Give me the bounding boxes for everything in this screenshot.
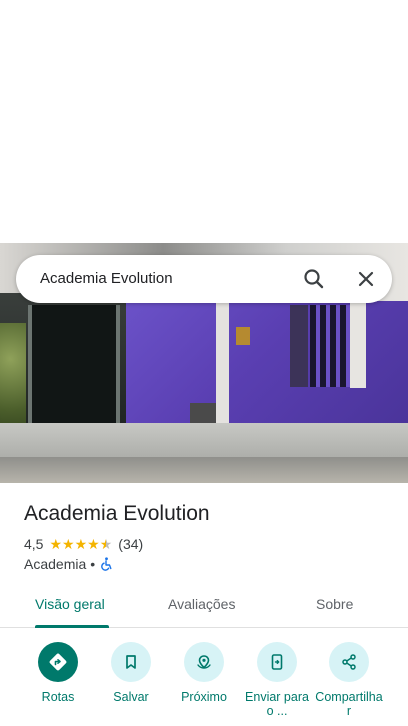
place-category: Academia	[24, 556, 87, 572]
star-icon: ★	[49, 536, 63, 552]
star-icon: ★	[74, 536, 88, 552]
map-blank-area	[0, 0, 408, 243]
tab-bar: Visão geral Avaliações Sobre	[0, 588, 408, 628]
search-bar[interactable]: Academia Evolution	[16, 255, 392, 303]
close-icon	[358, 271, 374, 287]
star-icon: ★	[62, 536, 75, 552]
clear-search-button[interactable]	[352, 265, 380, 293]
tab-reviews[interactable]: Avaliações	[168, 596, 235, 612]
category-row: Academia •	[24, 556, 113, 572]
search-button[interactable]	[300, 265, 328, 293]
action-buttons: Rotas Salvar Próximo Enviar para o ... C…	[0, 640, 408, 726]
directions-label: Rotas	[41, 690, 75, 704]
share-button[interactable]: Compartilhar	[313, 640, 385, 718]
rating-stars: ★ ★ ★ ★ ★	[49, 537, 112, 551]
send-to-phone-label: Enviar para o ...	[245, 690, 309, 718]
wheelchair-icon	[101, 557, 112, 571]
directions-icon	[49, 653, 67, 671]
nearby-button[interactable]: Próximo	[168, 640, 240, 704]
storefront-door	[28, 305, 120, 433]
bookmark-icon	[126, 655, 136, 669]
nearby-icon	[197, 655, 211, 669]
separator-dot: •	[90, 556, 96, 572]
search-query[interactable]: Academia Evolution	[40, 270, 173, 287]
send-to-phone-button[interactable]: Enviar para o ...	[241, 640, 313, 718]
tab-about[interactable]: Sobre	[316, 596, 353, 612]
directions-button[interactable]: Rotas	[22, 640, 94, 704]
active-tab-indicator	[35, 625, 109, 628]
nearby-label: Próximo	[181, 690, 227, 704]
star-icon: ★	[87, 536, 100, 552]
rating-value: 4,5	[24, 536, 44, 552]
save-label: Salvar	[113, 690, 149, 704]
place-title: Academia Evolution	[24, 502, 210, 525]
rating-row[interactable]: 4,5 ★ ★ ★ ★ ★ (34)	[24, 536, 143, 552]
share-icon	[342, 654, 356, 670]
send-to-phone-icon	[271, 654, 283, 670]
share-label: Compartilhar	[315, 690, 383, 718]
tab-overview[interactable]: Visão geral	[35, 596, 105, 612]
half-star-icon: ★	[99, 536, 113, 552]
review-count: (34)	[118, 536, 144, 552]
search-icon	[304, 269, 324, 289]
save-button[interactable]: Salvar	[95, 640, 167, 704]
